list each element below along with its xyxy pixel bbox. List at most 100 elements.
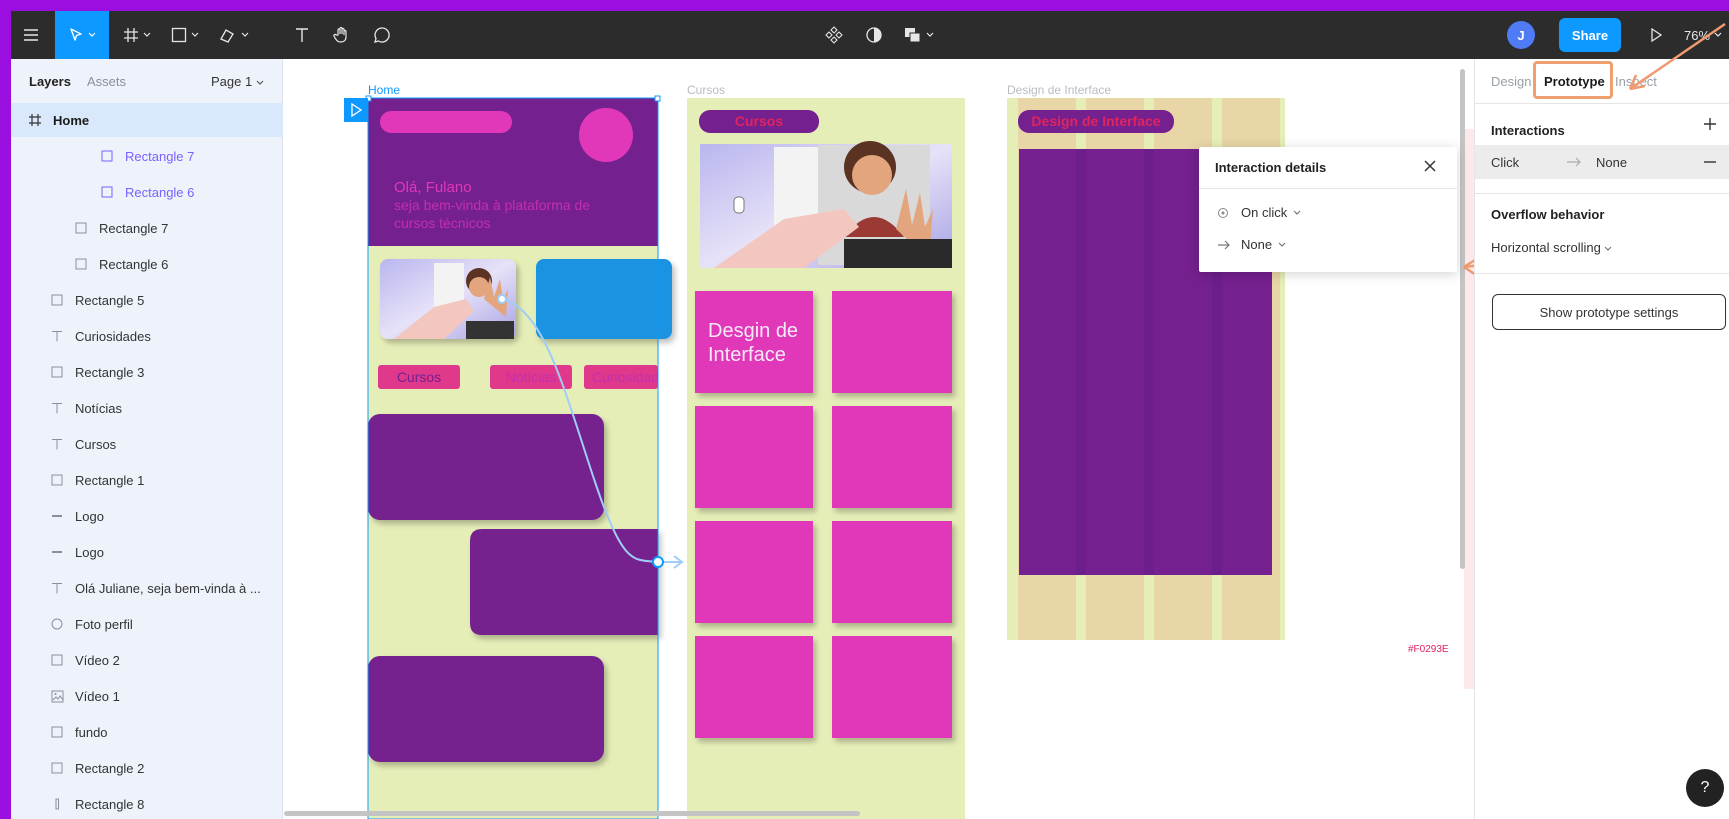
shape-tool-button[interactable] bbox=[165, 11, 205, 59]
layer-row[interactable]: Rectangle 5 bbox=[11, 283, 283, 317]
course-card[interactable] bbox=[832, 636, 952, 738]
course-card[interactable] bbox=[832, 406, 952, 508]
menu-button[interactable] bbox=[11, 11, 51, 59]
user-avatar[interactable]: J bbox=[1507, 21, 1535, 49]
course-card[interactable] bbox=[695, 636, 813, 738]
rectangle-icon bbox=[171, 27, 187, 43]
add-interaction-button[interactable] bbox=[1703, 117, 1717, 136]
rectangle-icon bbox=[73, 256, 89, 272]
layer-row[interactable]: Logo bbox=[11, 499, 283, 533]
page-selector[interactable]: Page 1 bbox=[211, 74, 264, 89]
layers-tabs: Layers Assets Page 1 bbox=[11, 59, 283, 103]
layer-row[interactable]: fundo bbox=[11, 715, 283, 749]
layer-label: Home bbox=[53, 112, 90, 128]
layer-row[interactable]: Olá Juliane, seja bem-vinda à ... bbox=[11, 571, 283, 605]
text-tool-button[interactable] bbox=[285, 11, 319, 59]
share-button[interactable]: Share bbox=[1559, 18, 1621, 52]
component-icon bbox=[825, 26, 843, 44]
help-button[interactable]: ? bbox=[1686, 769, 1724, 807]
cursos-video[interactable] bbox=[700, 141, 952, 268]
layer-row[interactable]: Rectangle 6 bbox=[11, 247, 283, 281]
move-tool-button[interactable] bbox=[55, 11, 109, 59]
layer-row[interactable]: Rectangle 6 bbox=[11, 175, 283, 209]
popover-divider bbox=[1199, 188, 1457, 189]
tab-design[interactable]: Design bbox=[1491, 74, 1531, 89]
selection-handle[interactable] bbox=[654, 95, 661, 102]
arrow-right-icon bbox=[1218, 240, 1230, 249]
course-card[interactable] bbox=[695, 406, 813, 508]
layer-row[interactable]: Vídeo 2 bbox=[11, 643, 283, 677]
layer-row[interactable]: Notícias bbox=[11, 391, 283, 425]
layer-row[interactable]: Logo bbox=[11, 535, 283, 569]
layer-row[interactable]: Curiosidades bbox=[11, 319, 283, 353]
connector-node[interactable] bbox=[652, 556, 664, 568]
boolean-button[interactable] bbox=[897, 11, 941, 59]
flow-start-badge[interactable] bbox=[344, 98, 368, 122]
card-3[interactable] bbox=[368, 656, 604, 762]
layer-label: Foto perfil bbox=[75, 616, 133, 632]
hex-color-label: #F0293E bbox=[1408, 644, 1449, 655]
frame-tool-button[interactable] bbox=[117, 11, 157, 59]
layer-row[interactable]: Rectangle 3 bbox=[11, 355, 283, 389]
layer-row[interactable]: Rectangle 2 bbox=[11, 751, 283, 785]
chevron-down-icon bbox=[1605, 246, 1612, 251]
trigger-dropdown[interactable]: On click bbox=[1217, 205, 1301, 220]
course-card-design[interactable] bbox=[695, 291, 813, 393]
interaction-row[interactable]: Click None bbox=[1475, 145, 1729, 179]
pen-tool-button[interactable] bbox=[213, 11, 255, 59]
course-card[interactable] bbox=[832, 521, 952, 623]
layer-row[interactable]: Foto perfil bbox=[11, 607, 283, 641]
course-card[interactable] bbox=[832, 291, 952, 393]
layer-row[interactable]: Rectangle 7 bbox=[11, 211, 283, 245]
layout-gutter bbox=[1076, 149, 1086, 575]
layer-row[interactable]: Vídeo 1 bbox=[11, 679, 283, 713]
vertical-scrollbar[interactable] bbox=[1460, 69, 1465, 569]
chevron-down-icon bbox=[1293, 210, 1301, 215]
plus-icon bbox=[1704, 118, 1716, 130]
comment-tool-button[interactable] bbox=[365, 11, 399, 59]
show-prototype-settings-button[interactable]: Show prototype settings bbox=[1492, 294, 1726, 330]
layer-label: Logo bbox=[75, 508, 104, 524]
horizontal-scrollbar[interactable] bbox=[284, 811, 860, 816]
tab-layers[interactable]: Layers bbox=[29, 74, 71, 89]
home-frame[interactable]: Olá, Fulano seja bem-vinda à plataforma … bbox=[344, 95, 688, 819]
course-card[interactable] bbox=[695, 521, 813, 623]
chevron-down-icon bbox=[143, 32, 151, 37]
tab-assets[interactable]: Assets bbox=[87, 74, 126, 89]
layer-row[interactable]: Rectangle 7 bbox=[11, 139, 283, 173]
minus-icon[interactable] bbox=[1703, 161, 1717, 163]
video-2-thumbnail[interactable] bbox=[536, 259, 672, 339]
layer-label: Vídeo 2 bbox=[75, 652, 120, 668]
page-selector-label: Page 1 bbox=[211, 74, 253, 89]
mask-button[interactable] bbox=[857, 11, 891, 59]
rectangle-icon bbox=[49, 652, 65, 668]
layer-row[interactable]: Rectangle 8 bbox=[11, 787, 283, 819]
chevron-down-icon bbox=[926, 32, 934, 37]
hand-tool-button[interactable] bbox=[325, 11, 359, 59]
layers-panel: Layers Assets Page 1 Home Rectangle 7 Rect… bbox=[11, 59, 283, 819]
overflow-value: Horizontal scrolling bbox=[1491, 240, 1601, 255]
overflow-title: Overflow behavior bbox=[1491, 207, 1605, 222]
layer-row[interactable]: Home bbox=[11, 103, 283, 137]
layer-label: Rectangle 3 bbox=[75, 364, 145, 380]
card-2[interactable] bbox=[470, 529, 658, 635]
layer-label: Rectangle 5 bbox=[75, 292, 145, 308]
rectangle-icon bbox=[99, 184, 115, 200]
layer-row[interactable]: Cursos bbox=[11, 427, 283, 461]
greeting-text: Olá, Fulano bbox=[394, 179, 472, 196]
cursos-frame[interactable]: Cursos Desgin de Interface bbox=[687, 98, 965, 819]
rectangle-icon bbox=[49, 760, 65, 776]
layer-row[interactable]: Rectangle 1 bbox=[11, 463, 283, 497]
video-1-thumbnail[interactable] bbox=[380, 259, 516, 339]
close-icon bbox=[1424, 160, 1436, 172]
layout-gutter bbox=[1144, 149, 1154, 575]
connector-start-dot[interactable] bbox=[497, 294, 507, 304]
close-button[interactable] bbox=[1423, 159, 1437, 178]
contrast-icon bbox=[866, 27, 882, 43]
components-button[interactable] bbox=[817, 11, 851, 59]
card-1[interactable] bbox=[368, 414, 604, 520]
overflow-dropdown[interactable]: Horizontal scrolling bbox=[1491, 240, 1612, 255]
profile-photo[interactable] bbox=[579, 108, 633, 162]
action-dropdown[interactable]: None bbox=[1217, 237, 1286, 252]
layer-label: fundo bbox=[75, 724, 108, 740]
